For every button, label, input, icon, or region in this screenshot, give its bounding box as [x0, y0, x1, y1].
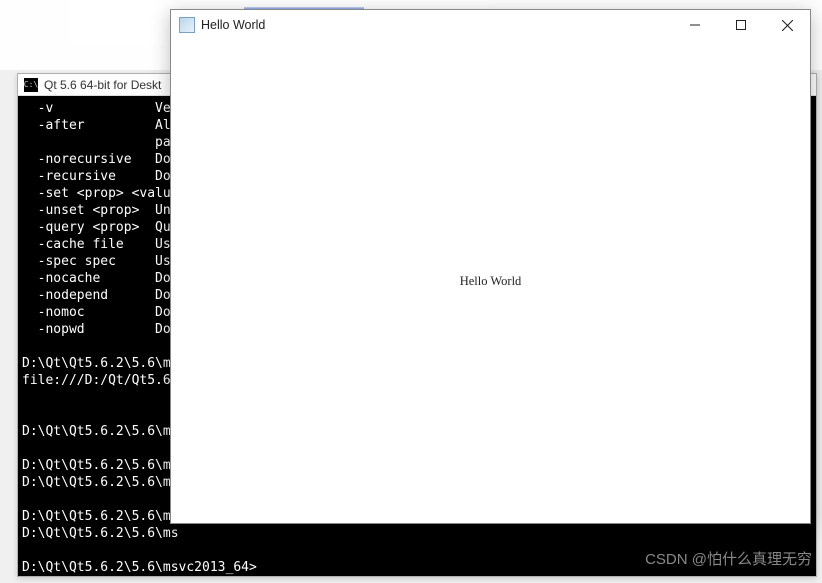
- terminal-title: Qt 5.6 64-bit for Deskt: [44, 78, 161, 92]
- maximize-button[interactable]: [718, 10, 764, 40]
- qml-app-window: Hello World Hello World: [170, 9, 811, 524]
- cmd-icon: C:\: [24, 78, 38, 92]
- hello-world-text: Hello World: [460, 274, 522, 289]
- close-button[interactable]: [764, 10, 810, 40]
- minimize-icon: [690, 20, 700, 30]
- app-titlebar[interactable]: Hello World: [171, 10, 810, 40]
- minimize-button[interactable]: [672, 10, 718, 40]
- app-client-area: Hello World: [171, 40, 810, 522]
- maximize-icon: [736, 20, 746, 30]
- close-icon: [782, 20, 793, 31]
- app-icon: [179, 17, 195, 33]
- app-title: Hello World: [201, 18, 265, 32]
